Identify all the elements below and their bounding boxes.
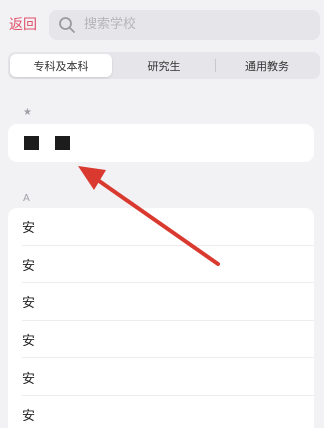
redacted-block <box>55 136 70 150</box>
tab-undergraduate[interactable]: 专科及本科 <box>10 54 112 77</box>
section-a-header: A <box>23 193 30 204</box>
list-item[interactable]: 安 <box>8 246 314 284</box>
favorites-card[interactable] <box>8 124 314 162</box>
search-icon <box>59 17 75 33</box>
redacted-block <box>24 136 39 150</box>
list-item[interactable]: 安 <box>8 283 314 321</box>
tab-graduate[interactable]: 研究生 <box>113 54 215 77</box>
list-item[interactable]: 安 <box>8 396 314 428</box>
list-item[interactable]: 安 <box>8 358 314 396</box>
list-item[interactable]: 安 <box>8 208 314 246</box>
category-tabs: 专科及本科 研究生 通用教务 <box>8 52 320 79</box>
list-item[interactable]: 安 <box>8 321 314 359</box>
school-list: 安 安 安 安 安 安 <box>8 208 314 428</box>
top-bar: 返回 搜索学校 <box>0 0 324 50</box>
tab-general-academic[interactable]: 通用教务 <box>216 54 318 77</box>
back-button[interactable]: 返回 <box>9 15 37 35</box>
search-placeholder: 搜索学校 <box>84 17 137 32</box>
search-input[interactable]: 搜索学校 <box>49 10 320 40</box>
favorites-section-header: ★ <box>23 107 32 118</box>
